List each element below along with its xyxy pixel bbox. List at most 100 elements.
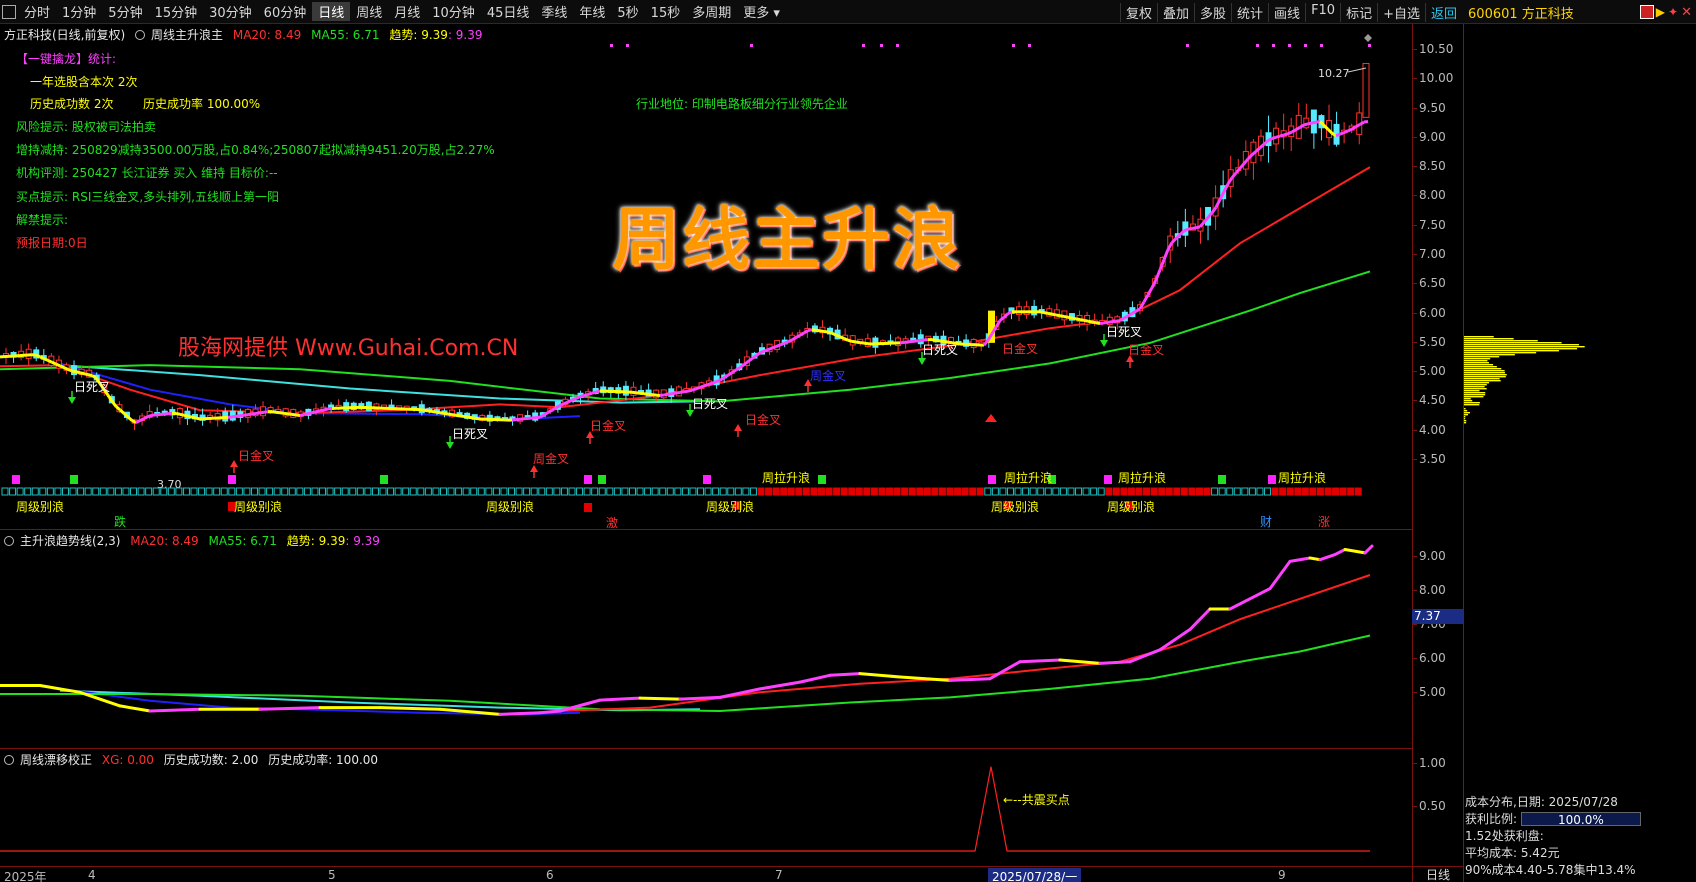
toolbar-button-6[interactable]: 标记: [1340, 2, 1377, 22]
signal-strip-square: [1347, 487, 1355, 496]
trend-segment: [1343, 129, 1349, 134]
trend-segment: [859, 341, 865, 345]
trend-segment: [1123, 314, 1129, 320]
period-tab-0[interactable]: 分时: [18, 2, 56, 21]
day-dead-cross-label: 日死叉: [74, 380, 110, 394]
red-signal-marker: [584, 503, 592, 512]
toolbar-button-2[interactable]: 多股: [1194, 2, 1231, 22]
red-grid-icon[interactable]: [1639, 5, 1654, 19]
signal-strip-square: [591, 487, 599, 496]
period-tab-13[interactable]: 5秒: [611, 2, 644, 21]
trend-segment: [707, 381, 713, 386]
cost-bar: [1464, 374, 1507, 376]
period-tab-16[interactable]: 更多 ▾: [737, 2, 786, 21]
back-button[interactable]: 返回: [1425, 2, 1462, 22]
settings-circle-icon[interactable]: [135, 30, 146, 40]
trend-segment: [79, 371, 85, 376]
trend-segment: [110, 400, 118, 408]
crosshair-value-tag: 7.37: [1412, 609, 1463, 624]
trend-line-pane[interactable]: 主升浪趋势线(2,3) MA20: 8.49 MA55: 6.71 趋势: 9.…: [0, 529, 1412, 748]
cost-bar: [1464, 408, 1466, 410]
period-tab-4[interactable]: 30分钟: [203, 2, 258, 21]
period-tab-10[interactable]: 45日线: [481, 2, 536, 21]
main-chart-pane[interactable]: 日死叉 日死叉 日死叉 日死叉 日死叉 日金叉 日金叉 日金叉 日金叉 日金叉 周金叉 周金叉 3.70…: [0, 24, 1412, 529]
signal-strip-square: [991, 487, 999, 496]
toolbar-button-5[interactable]: F10: [1305, 2, 1340, 22]
trend-segment: [547, 408, 553, 414]
signal-strip-square: [1090, 487, 1098, 496]
down-arrow-marker: [1100, 340, 1108, 347]
grid-icon[interactable]: [2, 4, 16, 19]
period-tab-5[interactable]: 60分钟: [258, 2, 313, 21]
trend-segment: [319, 408, 325, 413]
signal-strip-square: [439, 487, 447, 496]
flag-icon[interactable]: ▶: [1656, 5, 1665, 19]
top-dot: [1256, 44, 1259, 47]
sub1-pane-title: 主升浪趋势线(2,3) MA20: 8.49 MA55: 6.71 趋势: 9.…: [4, 532, 386, 549]
trend-segment: [795, 333, 801, 339]
period-label[interactable]: 日线: [1412, 866, 1463, 882]
trend-segment: [1103, 320, 1109, 325]
signal-strip-square: [16, 487, 24, 496]
signal-strip-square: [190, 487, 198, 496]
period-tab-11[interactable]: 季线: [535, 2, 573, 21]
trend-segment: [467, 415, 473, 420]
settings-circle-icon[interactable]: [4, 536, 14, 546]
signal-strip-square: [651, 487, 659, 496]
trend-segment: [787, 338, 793, 344]
period-tab-1[interactable]: 1分钟: [56, 2, 102, 21]
cost-date-line: 成本分布,日期: 2025/07/28: [1465, 795, 1618, 809]
period-tab-8[interactable]: 月线: [388, 2, 426, 21]
trend-segment: [127, 415, 133, 422]
signal-strip-square: [878, 487, 886, 496]
trend-segment: [939, 339, 945, 344]
signal-strip-square: [1075, 487, 1083, 496]
signal-strip-square: [61, 487, 69, 496]
signal-strip-square: [167, 487, 175, 496]
cost-bar: [1464, 398, 1471, 400]
signal-strip-square: [855, 487, 863, 496]
signal-strip-square: [613, 487, 621, 496]
signal-strip-square: [734, 487, 742, 496]
sub1-trend-segment: [598, 696, 642, 702]
period-tab-7[interactable]: 周线: [350, 2, 388, 21]
period-tab-9[interactable]: 10分钟: [426, 2, 481, 21]
period-tab-14[interactable]: 15秒: [645, 2, 687, 21]
trend-segment: [1191, 226, 1197, 230]
settings-circle-icon[interactable]: [4, 755, 14, 765]
lightning-icon[interactable]: ✦: [1668, 5, 1678, 19]
toolbar-button-1[interactable]: 叠加: [1157, 2, 1194, 22]
period-tab-12[interactable]: 年线: [573, 2, 611, 21]
signal-strip-square: [1044, 487, 1052, 496]
trend-segment: [147, 413, 153, 418]
signal-strip-square: [712, 487, 720, 496]
toolbar-button-7[interactable]: +自选: [1377, 2, 1425, 22]
toolbar-button-4[interactable]: 画线: [1268, 2, 1305, 22]
week-gold-cross-label: 周金叉: [533, 451, 569, 466]
toolbar-right: 复权 叠加 多股 统计 画线 F10 标记 +自选 返回 600601 方正科技 ▶ ✦ ✕: [1119, 0, 1696, 24]
period-tab-2[interactable]: 5分钟: [102, 2, 148, 21]
drift-correction-pane[interactable]: 周线漂移校正 XG: 0.00 历史成功数: 2.00 历史成功率: 100.0…: [0, 748, 1412, 866]
signal-strip-square: [976, 487, 984, 496]
period-tab-6[interactable]: 日线: [312, 2, 351, 21]
up-triangle-marker: [985, 414, 997, 422]
cost-bar: [1464, 350, 1559, 352]
period-tab-15[interactable]: 多周期: [686, 2, 737, 21]
cost-bar: [1464, 386, 1485, 388]
sub1-trend-segment: [148, 707, 202, 713]
signal-strip-square: [1256, 487, 1264, 496]
ma20-label: MA20: 8.49: [232, 28, 302, 42]
close-icon[interactable]: ✕: [1681, 5, 1696, 20]
signal-strip-square: [689, 487, 697, 496]
week-pull-label: 周拉升浪: [1118, 470, 1166, 485]
signal-strip-square: [870, 487, 878, 496]
period-toolbar: 分时 1分钟 5分钟 15分钟 30分钟 60分钟 日线 周线 月线 10分钟 45日线 季线 年线 5秒…: [0, 0, 1696, 24]
signal-strip-square: [961, 487, 969, 496]
trend-line-chart[interactable]: [0, 530, 1412, 749]
indicator-name: 周线主升浪主: [151, 28, 224, 42]
trend-segment: [1075, 317, 1081, 322]
profit-ratio-line: 获利比例: 100.0%: [1465, 811, 1693, 828]
period-tab-3[interactable]: 15分钟: [149, 2, 204, 21]
toolbar-button-0[interactable]: 复权: [1119, 2, 1157, 22]
toolbar-button-3[interactable]: 统计: [1231, 2, 1268, 22]
